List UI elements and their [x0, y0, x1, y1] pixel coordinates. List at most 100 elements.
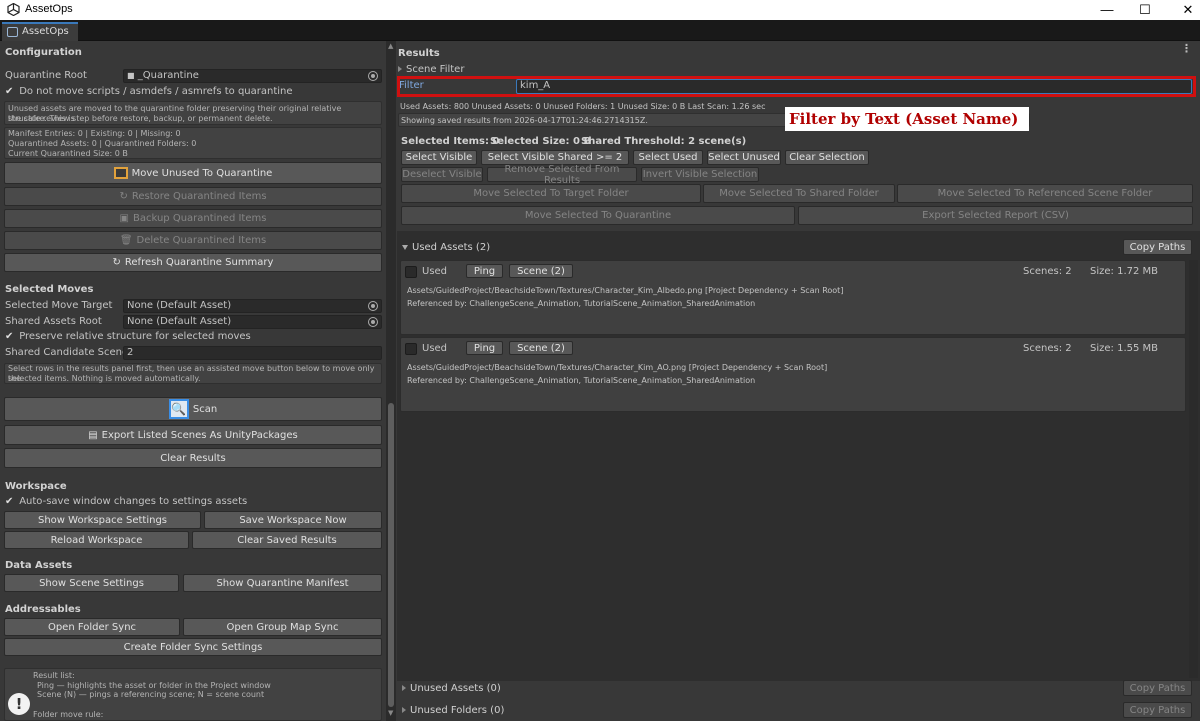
clear-selection-button[interactable]: Clear Selection: [785, 150, 869, 165]
refresh-quarantine-summary-button[interactable]: ↻ Refresh Quarantine Summary: [4, 253, 382, 272]
show-workspace-settings-button[interactable]: Show Workspace Settings: [4, 511, 201, 529]
invert-visible-selection-button[interactable]: Invert Visible Selection: [641, 167, 759, 182]
close-button[interactable]: ✕: [1165, 0, 1200, 20]
scan-button[interactable]: 🔍 Scan: [4, 397, 382, 421]
move-to-shared-folder-button[interactable]: Move Selected To Shared Folder: [703, 184, 895, 203]
autosave-toggle[interactable]: ✔ Auto-save window changes to settings a…: [5, 496, 247, 507]
clear-results-button[interactable]: Clear Results: [4, 448, 382, 468]
ping-button[interactable]: Ping: [466, 264, 503, 278]
scan-stats-text: Used Assets: 800 Unused Assets: 0 Unused…: [400, 102, 766, 111]
trash-icon: 🗑: [119, 235, 133, 246]
package-icon: ▤: [88, 429, 98, 441]
unused-folders-foldout[interactable]: Unused Folders (0): [402, 705, 504, 716]
shared-assets-root-label: Shared Assets Root: [5, 316, 102, 327]
export-scenes-button[interactable]: ▤ Export Listed Scenes As UnityPackages: [4, 425, 382, 445]
select-unused-button[interactable]: Select Unused: [707, 150, 781, 165]
results-scrollbar[interactable]: [1189, 260, 1198, 678]
checkmark-icon: ✔: [5, 86, 14, 97]
item-select-checkbox[interactable]: [405, 343, 417, 355]
left-scrollbar-thumb[interactable]: [388, 403, 394, 707]
help-text-line: selected items. Nothing is moved automat…: [8, 374, 201, 383]
object-picker-icon[interactable]: [368, 71, 378, 81]
open-group-map-sync-button[interactable]: Open Group Map Sync: [183, 618, 382, 636]
item-path: Assets/GuidedProject/BeachsideTown/Textu…: [407, 286, 844, 295]
selected-moves-header: Selected Moves: [5, 284, 94, 295]
quarantine-help-box: Unused assets are moved to the quarantin…: [4, 101, 382, 125]
item-status: Used: [422, 343, 448, 354]
foldout-open-icon: [402, 245, 408, 250]
item-references: Referenced by: ChallengeScene_Animation,…: [407, 299, 756, 308]
unused-assets-foldout[interactable]: Unused Assets (0): [402, 683, 501, 694]
item-scene-count: Scenes: 2: [1023, 266, 1072, 277]
maximize-button[interactable]: ☐: [1122, 0, 1168, 20]
help-text-line: the safe review step before restore, bac…: [8, 114, 273, 123]
scene-ping-button[interactable]: Scene (2): [509, 341, 573, 355]
selected-move-target-label: Selected Move Target: [5, 300, 113, 311]
shared-threshold-text: Shared Threshold: 2 scene(s): [581, 136, 747, 147]
open-folder-sync-button[interactable]: Open Folder Sync: [4, 618, 180, 636]
list-item[interactable]: Used Ping Scene (2) Scenes: 2 Size: 1.72…: [400, 260, 1186, 335]
create-folder-sync-settings-button[interactable]: Create Folder Sync Settings: [4, 638, 382, 656]
shared-assets-root-field[interactable]: None (Default Asset): [123, 315, 382, 329]
results-panel: Results Scene Filter Filter kim_A Used A…: [397, 41, 1200, 721]
selected-move-target-field[interactable]: None (Default Asset): [123, 299, 382, 313]
show-scene-settings-button[interactable]: Show Scene Settings: [4, 574, 179, 592]
move-to-target-folder-button[interactable]: Move Selected To Target Folder: [401, 184, 701, 203]
remove-selected-button[interactable]: Remove Selected From Results: [487, 164, 637, 186]
scroll-up-arrow[interactable]: ▲: [388, 42, 393, 50]
window-title-bar: AssetOps — ☐ ✕: [0, 0, 1200, 20]
restore-icon: ↻: [119, 191, 128, 202]
ping-button[interactable]: Ping: [466, 341, 503, 355]
moves-help-box: Select rows in the results panel first, …: [4, 363, 382, 384]
object-picker-icon[interactable]: [368, 301, 378, 311]
legend-folder-rule-text: Folder move rule:: [33, 710, 104, 719]
scene-ping-button[interactable]: Scene (2): [509, 264, 573, 278]
list-item[interactable]: Used Ping Scene (2) Scenes: 2 Size: 1.55…: [400, 337, 1186, 412]
select-visible-button[interactable]: Select Visible: [401, 150, 477, 165]
scan-magnifier-icon: 🔍: [168, 399, 189, 419]
export-report-csv-button[interactable]: Export Selected Report (CSV): [798, 206, 1193, 225]
move-unused-to-quarantine-button[interactable]: Move Unused To Quarantine: [4, 162, 382, 184]
tab-assetops[interactable]: AssetOps: [2, 22, 78, 41]
selected-size-text: Selected Size: 0 B: [490, 136, 592, 147]
quarantine-grid-icon: [113, 167, 128, 179]
foldout-arrow-icon: [398, 66, 402, 72]
move-to-referenced-scene-folder-button[interactable]: Move Selected To Referenced Scene Folder: [897, 184, 1193, 203]
deselect-visible-button[interactable]: Deselect Visible: [401, 167, 483, 182]
restore-quarantined-button[interactable]: ↻ Restore Quarantined Items: [4, 187, 382, 206]
move-to-quarantine-button[interactable]: Move Selected To Quarantine: [401, 206, 795, 225]
no-move-scripts-toggle[interactable]: ✔ Do not move scripts / asmdefs / asmref…: [5, 86, 293, 97]
select-used-button[interactable]: Select Used: [633, 150, 703, 165]
used-assets-foldout[interactable]: Used Assets (2): [402, 242, 490, 253]
window-title: AssetOps: [25, 3, 73, 15]
object-picker-icon[interactable]: [368, 317, 378, 327]
configuration-header: Configuration: [5, 47, 82, 58]
foldout-arrow-icon: [402, 707, 406, 713]
scene-filter-foldout[interactable]: Scene Filter: [398, 64, 464, 75]
copy-paths-folders-button[interactable]: Copy Paths: [1123, 702, 1192, 718]
manifest-entries-text: Manifest Entries: 0 | Existing: 0 | Miss…: [8, 129, 181, 138]
filter-callout-annotation: Filter by Text (Asset Name): [785, 107, 1029, 131]
result-list-legend-box: Result list: Ping — highlights the asset…: [4, 668, 382, 721]
delete-quarantined-button[interactable]: 🗑 Delete Quarantined Items: [4, 231, 382, 250]
checkmark-icon: ✔: [5, 496, 14, 507]
quarantine-root-field[interactable]: ■ _Quarantine: [123, 69, 382, 83]
item-size: Size: 1.55 MB: [1090, 343, 1159, 354]
backup-quarantined-button[interactable]: ▣ Backup Quarantined Items: [4, 209, 382, 228]
reload-workspace-button[interactable]: Reload Workspace: [4, 531, 189, 549]
shared-candidate-field[interactable]: 2: [123, 346, 382, 360]
copy-paths-used-button[interactable]: Copy Paths: [1123, 239, 1192, 255]
item-size: Size: 1.72 MB: [1090, 266, 1159, 277]
data-assets-header: Data Assets: [5, 560, 73, 571]
item-select-checkbox[interactable]: [405, 266, 417, 278]
show-quarantine-manifest-button[interactable]: Show Quarantine Manifest: [183, 574, 382, 592]
copy-paths-unused-button[interactable]: Copy Paths: [1123, 680, 1192, 696]
scroll-down-arrow[interactable]: ▼: [388, 709, 393, 717]
preserve-structure-toggle[interactable]: ✔ Preserve relative structure for select…: [5, 331, 251, 342]
info-icon: !: [8, 693, 30, 715]
legend-scene-text: Scene (N) — pings a referencing scene; N…: [37, 690, 265, 699]
legend-title: Result list:: [33, 671, 75, 680]
clear-saved-results-button[interactable]: Clear Saved Results: [192, 531, 382, 549]
save-workspace-now-button[interactable]: Save Workspace Now: [204, 511, 382, 529]
left-scrollbar[interactable]: ▲ ▼: [386, 41, 396, 721]
